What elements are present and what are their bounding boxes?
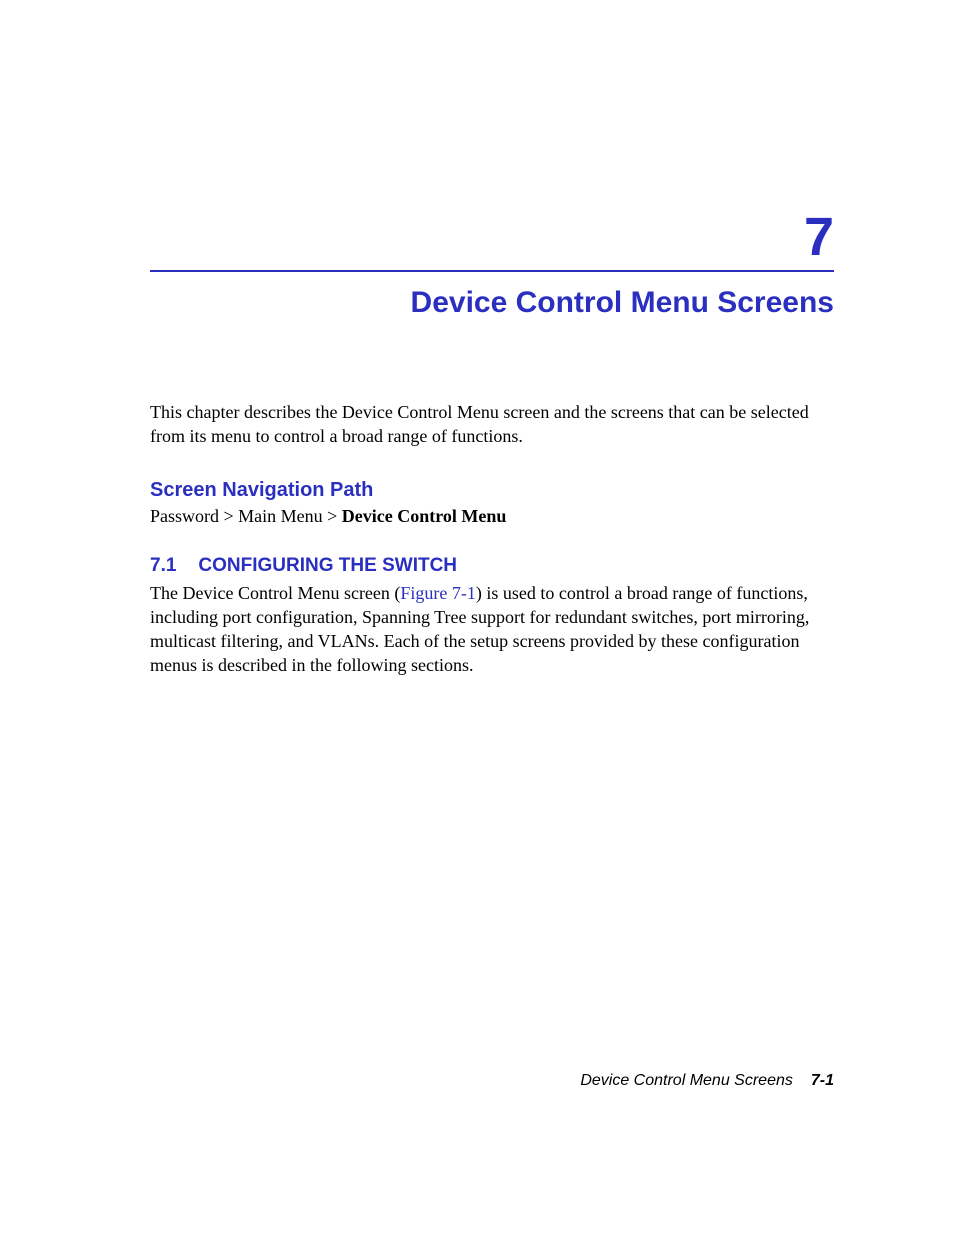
chapter-rule <box>150 270 834 272</box>
nav-path-prefix: Password > Main Menu > <box>150 506 342 526</box>
section-body-prefix: The Device Control Menu screen ( <box>150 583 400 603</box>
chapter-intro: This chapter describes the Device Contro… <box>150 400 834 449</box>
nav-path-current: Device Control Menu <box>342 506 507 526</box>
chapter-number: 7 <box>150 210 834 264</box>
footer-title: Device Control Menu Screens <box>580 1072 793 1089</box>
page-footer: Device Control Menu Screens 7-1 <box>580 1072 834 1090</box>
section-title: CONFIGURING THE SWITCH <box>198 555 457 576</box>
document-page: 7 Device Control Menu Screens This chapt… <box>0 0 954 1235</box>
section-number: 7.1 <box>150 555 176 577</box>
chapter-title: Device Control Menu Screens <box>150 286 834 320</box>
section-heading: 7.1 CONFIGURING THE SWITCH <box>150 555 834 577</box>
footer-page-number: 7-1 <box>811 1072 834 1089</box>
section-body: The Device Control Menu screen (Figure 7… <box>150 581 834 678</box>
screen-navigation-path-heading: Screen Navigation Path <box>150 479 834 502</box>
figure-reference-link[interactable]: Figure 7-1 <box>400 583 476 603</box>
screen-navigation-path: Password > Main Menu > Device Control Me… <box>150 506 834 527</box>
